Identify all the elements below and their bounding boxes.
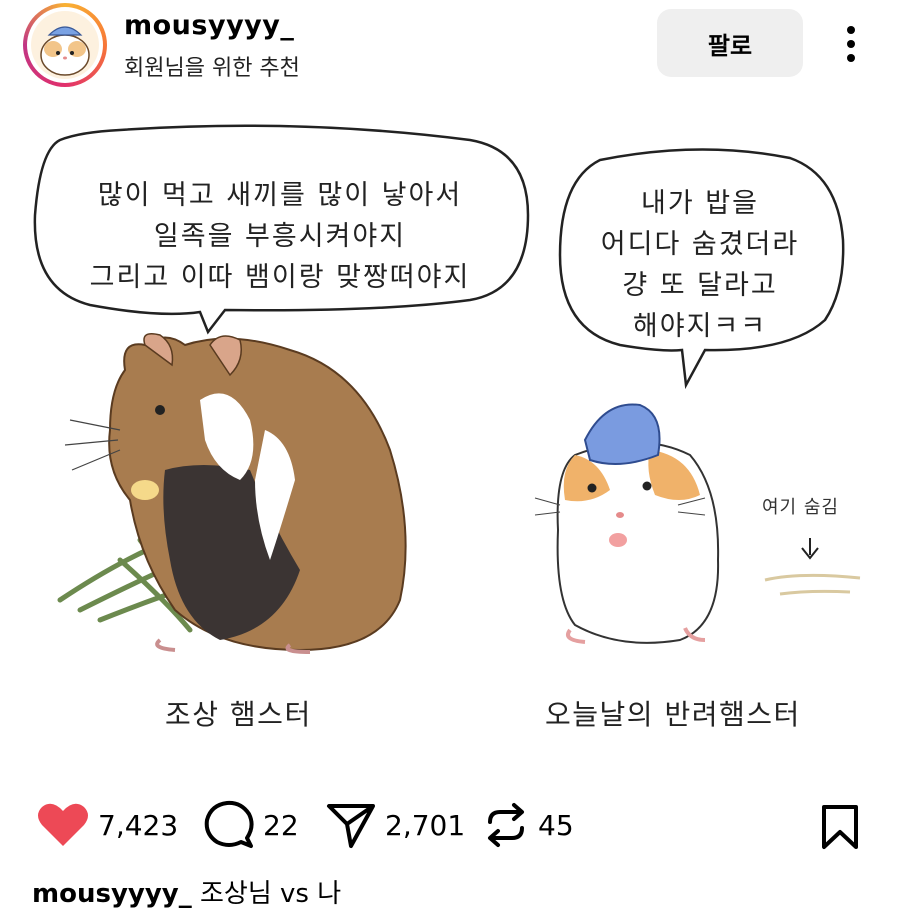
- ancestor-hamster-illustration: [57, 333, 407, 654]
- hidden-label: 여기 숨김: [762, 497, 839, 518]
- avatar[interactable]: [23, 3, 107, 87]
- suggested-label: 회원님을 위한 추천: [124, 56, 300, 81]
- hidden-food-marks: [764, 538, 861, 596]
- avatar-image: [31, 11, 99, 79]
- repost-count: 45: [538, 808, 574, 842]
- save-button[interactable]: [820, 804, 860, 850]
- post-header: mousyyyy_ 회원님을 위한 추천 팔로: [0, 0, 900, 95]
- repost-icon: [488, 803, 524, 847]
- bookmark-icon: [822, 805, 858, 849]
- right-bubble-text: 내가 밥을 어디다 숨겼더라 걍 또 달라고 해야지ㅋㅋ: [600, 188, 800, 342]
- ancestor-caption: 조상 햄스터: [165, 698, 312, 731]
- like-count: 7,423: [98, 808, 179, 842]
- send-icon: [327, 804, 375, 848]
- action-bar: 7,423 22 2,701 45: [0, 790, 900, 860]
- follow-button[interactable]: 팔로: [657, 9, 803, 77]
- caption-username[interactable]: mousyyyy_: [32, 879, 192, 909]
- comment-count: 22: [263, 808, 299, 842]
- caption-text: 조상님 vs 나: [200, 879, 342, 909]
- comment-button[interactable]: 22: [203, 790, 299, 860]
- more-options-button[interactable]: [836, 22, 866, 66]
- post-caption: mousyyyy_ 조상님 vs 나: [32, 873, 341, 910]
- share-button[interactable]: 2,701: [325, 790, 465, 860]
- like-button[interactable]: 7,423: [36, 790, 178, 860]
- username[interactable]: mousyyyy_: [124, 10, 294, 41]
- hamster-avatar-icon: [40, 26, 90, 76]
- heart-filled-icon: [38, 803, 88, 846]
- more-vertical-icon: [847, 26, 855, 62]
- left-bubble-text: 많이 먹고 새끼를 많이 낳아서 일족을 부흥시켜야지 그리고 이따 뱀이랑 맞…: [89, 180, 471, 293]
- share-count: 2,701: [385, 808, 466, 842]
- repost-button[interactable]: 45: [482, 790, 574, 860]
- pet-caption: 오늘날의 반려햄스터: [545, 698, 801, 731]
- comment-icon: [204, 800, 254, 848]
- avatar-inner: [27, 7, 103, 83]
- post-image[interactable]: 많이 먹고 새끼를 많이 낳아서 일족을 부흥시켜야지 그리고 이따 뱀이랑 맞…: [0, 95, 900, 775]
- pet-hamster-illustration: [534, 403, 720, 644]
